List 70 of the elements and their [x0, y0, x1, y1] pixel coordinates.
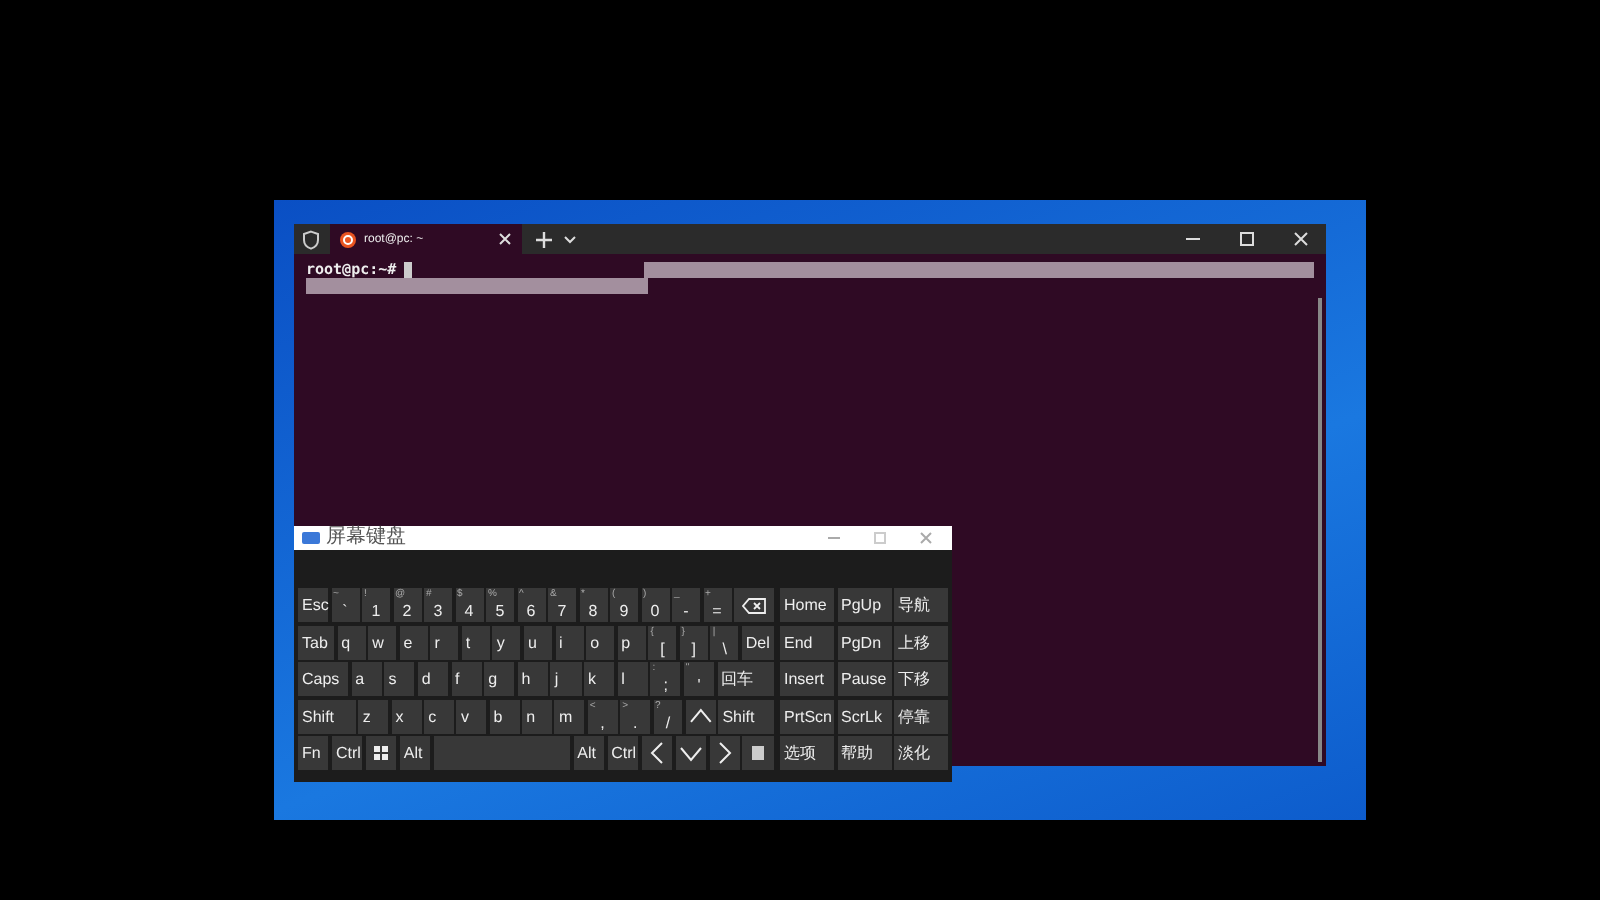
keyboard-key[interactable]: l	[617, 662, 648, 696]
keyboard-key[interactable]: e	[399, 625, 428, 659]
chevron-left-icon[interactable]	[645, 742, 668, 764]
keyboard-key[interactable]: Caps	[298, 662, 349, 696]
menu-key-icon[interactable]	[752, 746, 765, 760]
keyboard-key[interactable]: Home	[780, 588, 834, 622]
keyboard-key[interactable]: 选项	[780, 736, 834, 770]
keyboard-key[interactable]: Ctrl	[607, 736, 639, 770]
circle-logo-icon	[340, 231, 356, 247]
keyboard-key[interactable]: f	[451, 662, 482, 696]
chevron-down-icon[interactable]	[679, 742, 702, 764]
keyboard-key[interactable]: s	[384, 662, 415, 696]
keyboard-key[interactable]: 导航	[894, 588, 948, 622]
keyboard-key[interactable]: w	[368, 625, 397, 659]
keyboard-key[interactable]: n	[522, 699, 552, 733]
keyboard-key[interactable]: k	[584, 662, 615, 696]
keyboard-key[interactable]: 回车	[717, 662, 774, 696]
keyboard-key[interactable]: End	[780, 625, 834, 659]
text-cursor	[404, 261, 413, 277]
keyboard-key[interactable]: Alt	[399, 736, 431, 770]
keyboard-key[interactable]: i	[555, 625, 584, 659]
keyboard-key[interactable]: a	[351, 662, 382, 696]
keyboard-key[interactable]: j	[550, 662, 582, 696]
keyboard-key[interactable]: Ctrl	[331, 736, 363, 770]
backspace-icon[interactable]	[742, 597, 766, 613]
keyboard-key[interactable]: v	[456, 699, 487, 733]
keyboard-key[interactable]: Insert	[780, 662, 834, 696]
keyboard-key[interactable]: g	[484, 662, 515, 696]
keyboard-key[interactable]: Pause	[837, 662, 891, 696]
new-tab-icon[interactable]	[536, 231, 552, 247]
chevron-right-icon[interactable]	[713, 742, 736, 764]
keyboard-key[interactable]: 停靠	[894, 699, 948, 733]
keyboard-key[interactable]: y	[492, 625, 521, 659]
keyboard-key[interactable]: c	[424, 699, 454, 733]
keyboard-key[interactable]: Esc	[298, 588, 328, 622]
keyboard-key[interactable]: d	[417, 662, 449, 696]
keyboard-key[interactable]: m	[554, 699, 585, 733]
chevron-up-icon[interactable]	[689, 705, 712, 727]
keyboard-key[interactable]: b	[489, 699, 520, 733]
shield-icon	[302, 229, 320, 249]
keyboard-key[interactable]: q	[337, 625, 366, 659]
keyboard-key[interactable]: 帮助	[837, 736, 891, 770]
keyboard-key[interactable]: r	[430, 625, 459, 659]
keyboard-key[interactable]: o	[586, 625, 615, 659]
keyboard-key[interactable]: PrtScn	[780, 699, 834, 733]
keyboard-key[interactable]: Del	[741, 625, 774, 659]
keyboard-key[interactable]: PgUp	[837, 588, 891, 622]
keyboard-key[interactable]: t	[461, 625, 490, 659]
maximize-icon[interactable]	[1240, 232, 1254, 246]
keyboard-key[interactable]: Tab	[298, 625, 335, 659]
keyboard-key[interactable]: Alt	[573, 736, 605, 770]
keyboard-key[interactable]: h	[517, 662, 548, 696]
keyboard-key[interactable]: p	[617, 625, 646, 659]
keyboard-key[interactable]: z	[358, 699, 389, 733]
keyboard-key[interactable]: Fn	[298, 736, 329, 770]
keyboard-key[interactable]: 淡化	[894, 736, 948, 770]
keyboard-key[interactable]: 上移	[894, 625, 948, 659]
keyboard-key[interactable]: 下移	[894, 662, 948, 696]
dropdown-icon[interactable]	[564, 235, 576, 243]
keyboard-key[interactable]: u	[523, 625, 553, 659]
scrollbar[interactable]	[1318, 298, 1322, 762]
keyboard-icon	[302, 532, 320, 544]
keyboard-key[interactable]: PgDn	[837, 625, 891, 659]
keyboard-key[interactable]: Shift	[298, 699, 356, 733]
windows-logo-icon[interactable]	[374, 746, 389, 760]
keyboard-key[interactable]: Shift	[718, 699, 775, 733]
keyboard-key[interactable]: ScrLk	[837, 699, 891, 733]
window-title: 屏幕键盘	[326, 526, 406, 550]
keyboard-key[interactable]: x	[391, 699, 422, 733]
minimize-icon[interactable]	[1186, 232, 1200, 246]
